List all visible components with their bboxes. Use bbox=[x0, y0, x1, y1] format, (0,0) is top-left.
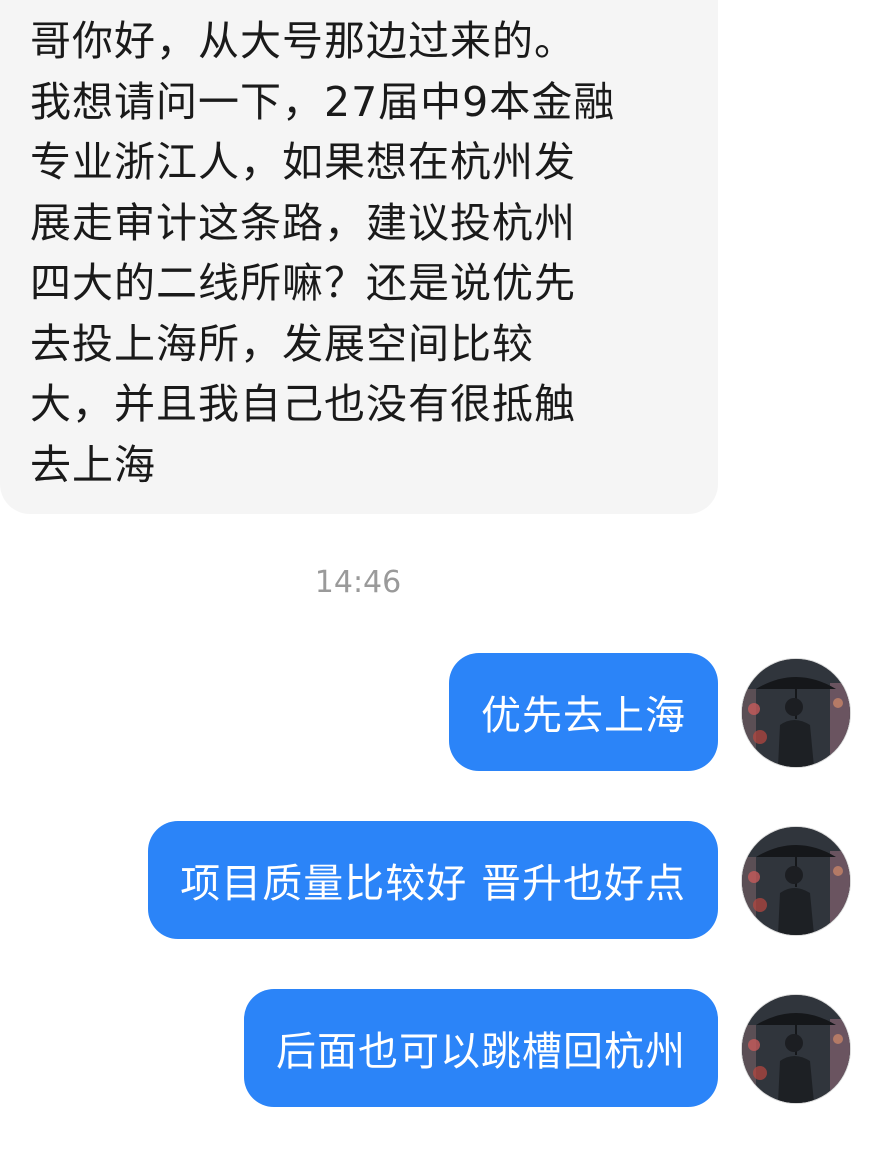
user-avatar-icon[interactable] bbox=[742, 659, 850, 767]
outgoing-message-text: 项目质量比较好 晋升也好点 bbox=[180, 861, 686, 907]
outgoing-message-text: 优先去上海 bbox=[481, 693, 686, 739]
outgoing-message-bubble[interactable]: 后面也可以跳槽回杭州 bbox=[244, 989, 718, 1107]
incoming-message-bubble[interactable]: 哥你好，从大号那边过来的。 我想请问一下，27届中9本金融 专业浙江人，如果想在… bbox=[0, 0, 718, 514]
user-avatar-icon[interactable] bbox=[742, 827, 850, 935]
outgoing-message-bubble[interactable]: 优先去上海 bbox=[449, 653, 718, 771]
outgoing-message-bubble[interactable]: 项目质量比较好 晋升也好点 bbox=[148, 821, 718, 939]
message-timestamp: 14:46 bbox=[314, 565, 402, 600]
user-avatar-icon[interactable] bbox=[742, 995, 850, 1103]
outgoing-message-text: 后面也可以跳槽回杭州 bbox=[276, 1029, 686, 1075]
incoming-message-text: 哥你好，从大号那边过来的。 我想请问一下，27届中9本金融 专业浙江人，如果想在… bbox=[30, 17, 616, 489]
